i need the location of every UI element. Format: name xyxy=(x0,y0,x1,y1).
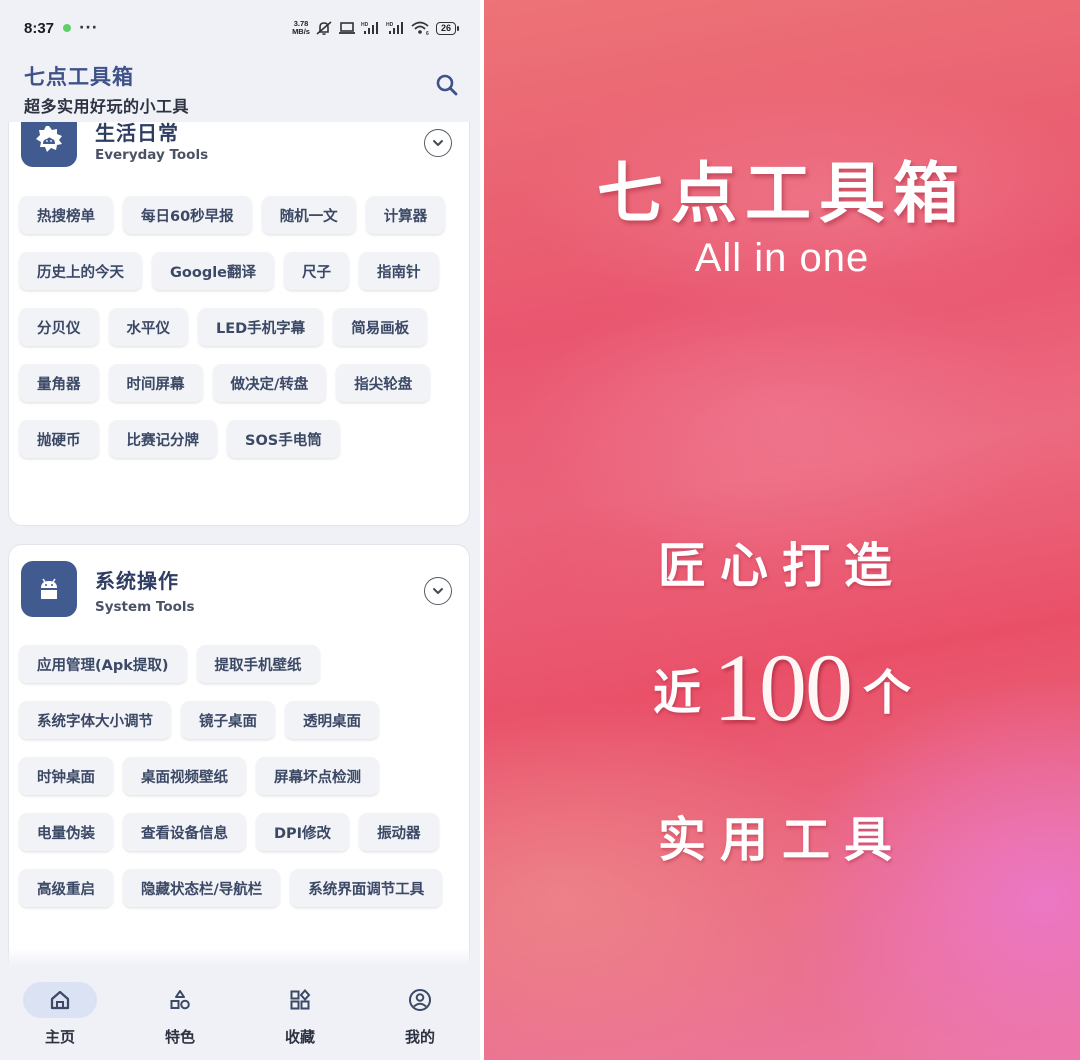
signal-icon: HD xyxy=(361,21,381,35)
notification-dot-icon xyxy=(63,24,72,32)
tool-chip[interactable]: 振动器 xyxy=(359,813,439,851)
network-speed: 3.78 MB/s xyxy=(292,20,310,36)
tool-chip[interactable]: 随机一文 xyxy=(261,196,356,234)
network-speed-unit: MB/s xyxy=(292,27,310,36)
svg-text:HD: HD xyxy=(386,22,394,28)
tool-chip[interactable]: 时间屏幕 xyxy=(108,364,203,402)
tool-chip[interactable]: 提取手机壁纸 xyxy=(196,645,320,683)
expand-button[interactable] xyxy=(424,577,452,605)
svg-text:6: 6 xyxy=(426,31,429,35)
category-title: 生活日常 xyxy=(95,122,179,145)
tool-chip[interactable]: 应用管理(Apk提取) xyxy=(19,645,187,683)
svg-text:HD: HD xyxy=(361,22,369,28)
tool-chip[interactable]: 水平仪 xyxy=(108,308,188,346)
profile-icon xyxy=(409,989,431,1011)
promo-count-number: 100 xyxy=(713,634,853,741)
tool-chip[interactable]: 热搜榜单 xyxy=(19,196,113,234)
tool-chip[interactable]: LED手机字幕 xyxy=(198,308,324,346)
app-bar: 七点工具箱 超多实用好玩的小工具 xyxy=(0,56,480,122)
app-subtitle: 超多实用好玩的小工具 xyxy=(24,97,190,116)
promo-line-count: 近 100 个 xyxy=(484,640,1080,736)
nav-active-indicator xyxy=(23,982,97,1018)
grid-diamond-icon xyxy=(290,989,311,1010)
promo-line-crafted: 匠心打造 xyxy=(657,538,906,594)
category-subtitle: System Tools xyxy=(95,599,195,615)
promo-subtitle: All in one xyxy=(694,236,870,280)
nav-item-featured[interactable]: 特色 xyxy=(120,966,240,1060)
bottom-navigation: 主页 特色 收藏 我的 xyxy=(0,948,480,1060)
mute-icon xyxy=(315,20,333,36)
nav-icon-wrap xyxy=(383,982,457,1018)
tool-chip[interactable]: 屏幕坏点检测 xyxy=(256,757,379,795)
category-header[interactable]: 生活日常 Everyday Tools xyxy=(9,122,469,173)
category-header[interactable]: 系统操作 System Tools xyxy=(9,545,469,625)
app-title: 七点工具箱 xyxy=(24,65,134,89)
signal-icon-2: HD xyxy=(386,21,406,35)
tool-chip[interactable]: DPI修改 xyxy=(256,813,350,851)
tool-chip-list: 热搜榜单 每日60秒早报 随机一文 计算器历史上的今天 Google翻译 尺子 指南针分贝仪… xyxy=(19,196,459,458)
tool-chip[interactable]: 系统字体大小调节 xyxy=(19,701,171,739)
expand-button[interactable] xyxy=(424,129,452,157)
tool-chip[interactable]: 每日60秒早报 xyxy=(123,196,252,234)
nav-label: 我的 xyxy=(404,1028,435,1046)
tool-chip[interactable]: 桌面视频壁纸 xyxy=(123,757,246,795)
tool-chip[interactable]: 透明桌面 xyxy=(285,701,379,739)
tool-chip[interactable]: 镜子桌面 xyxy=(181,701,275,739)
tool-chip[interactable]: 查看设备信息 xyxy=(123,813,246,851)
promo-title: 七点工具箱 xyxy=(597,155,967,232)
battery-indicator: 26 xyxy=(435,21,460,35)
tool-chip[interactable]: 比赛记分牌 xyxy=(108,420,217,458)
chevron-down-icon xyxy=(433,588,443,594)
tool-chip[interactable]: 历史上的今天 xyxy=(19,252,142,290)
tool-chip[interactable]: 简易画板 xyxy=(333,308,428,346)
tool-chip[interactable]: 量角器 xyxy=(19,364,99,402)
android-icon xyxy=(21,561,77,617)
nav-label: 特色 xyxy=(164,1028,195,1046)
category-title: 系统操作 xyxy=(95,569,179,593)
tool-list[interactable]: 生活日常 Everyday Tools 热搜榜单 每日60秒早报 随机一文 计算器历史… xyxy=(0,122,480,968)
shapes-icon xyxy=(170,990,190,1010)
nav-label: 主页 xyxy=(44,1028,75,1046)
sun-cloud-icon xyxy=(21,122,77,167)
tool-chip[interactable]: 电量伪装 xyxy=(19,813,113,851)
tool-chip[interactable]: 指南针 xyxy=(359,252,439,290)
category-subtitle: Everyday Tools xyxy=(95,147,209,163)
tool-chip-list: 应用管理(Apk提取) 提取手机壁纸 系统字体大小调节 镜子桌面 透明桌面时钟桌面 桌面视… xyxy=(19,645,459,907)
tool-chip[interactable]: SOS手电筒 xyxy=(227,420,340,458)
chevron-down-icon xyxy=(433,140,443,146)
wifi-icon: 6 xyxy=(411,21,431,35)
nav-label: 收藏 xyxy=(284,1028,315,1046)
promo-banner: 七点工具箱 All in one 匠心打造 近 100 个 实用工具 xyxy=(484,0,1080,1060)
more-notifications-icon: ··· xyxy=(79,20,98,36)
nav-item-home[interactable]: 主页 xyxy=(0,966,120,1060)
search-icon xyxy=(436,74,458,96)
tool-chip[interactable]: 指尖轮盘 xyxy=(336,364,431,402)
tool-chip[interactable]: 系统界面调节工具 xyxy=(290,869,443,907)
phone-screen: 8:37 ··· 3.78 MB/s HD HD 6 26 七点工具箱 超多实用… xyxy=(0,0,480,1060)
promo-count-prefix: 近 xyxy=(652,665,701,721)
tool-chip[interactable]: 尺子 xyxy=(284,252,350,290)
tool-chip[interactable]: 高级重启 xyxy=(19,869,113,907)
tool-chip[interactable]: 分贝仪 xyxy=(19,308,99,346)
laptop-icon xyxy=(338,21,356,35)
status-bar: 8:37 ··· 3.78 MB/s HD HD 6 26 xyxy=(0,0,480,56)
tool-chip[interactable]: Google翻译 xyxy=(152,252,275,290)
tool-chip[interactable]: 计算器 xyxy=(365,196,446,234)
status-icons: 3.78 MB/s HD HD 6 26 xyxy=(292,20,460,36)
promo-line-tools: 实用工具 xyxy=(657,812,906,868)
nav-icon-wrap xyxy=(263,982,337,1018)
tool-chip[interactable]: 抛硬币 xyxy=(19,420,99,458)
home-icon xyxy=(50,990,70,1010)
search-button[interactable] xyxy=(434,72,460,98)
status-time: 8:37 xyxy=(24,19,55,37)
tool-chip[interactable]: 时钟桌面 xyxy=(19,757,113,795)
tool-chip[interactable]: 做决定/转盘 xyxy=(212,364,327,402)
nav-item-favorites[interactable]: 收藏 xyxy=(240,966,360,1060)
tool-chip[interactable]: 隐藏状态栏/导航栏 xyxy=(123,869,281,907)
nav-item-profile[interactable]: 我的 xyxy=(360,966,480,1060)
category-card-system: 系统操作 System Tools 应用管理(Apk提取) 提取手机壁纸 系统字体大… xyxy=(8,544,470,968)
nav-icon-wrap xyxy=(143,982,217,1018)
promo-count-suffix: 个 xyxy=(863,665,912,721)
category-card-everyday: 生活日常 Everyday Tools 热搜榜单 每日60秒早报 随机一文 计算器历史… xyxy=(8,122,470,526)
